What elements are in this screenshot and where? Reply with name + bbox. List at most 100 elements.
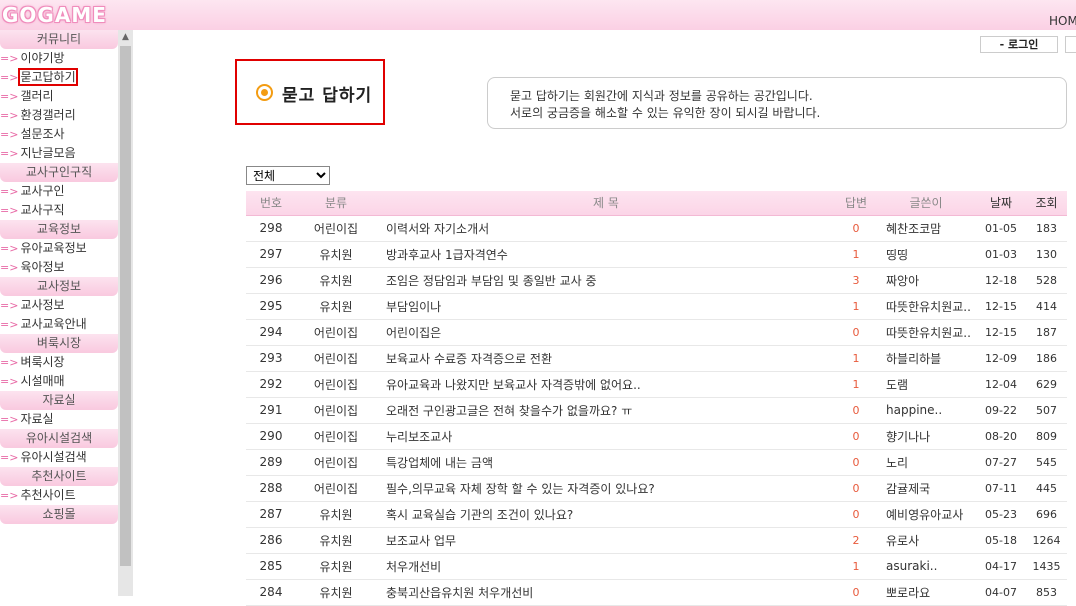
sidebar-item-label[interactable]: 육아정보	[20, 260, 64, 274]
sidebar-item[interactable]: => 유아시설검색	[0, 448, 118, 467]
sidebar-item[interactable]: => 묻고답하기	[0, 68, 118, 87]
row-author[interactable]: 도램	[876, 371, 976, 398]
sidebar-item-label[interactable]: 자료실	[20, 412, 53, 426]
row-title-link[interactable]: 어린이집은	[376, 319, 836, 346]
sidebar-item-label[interactable]: 교사구인	[20, 184, 64, 198]
sidebar-item-label[interactable]: 교사교육안내	[20, 317, 86, 331]
sidebar-item[interactable]: => 교사교육안내	[0, 315, 118, 334]
table-row[interactable]: 297 유치원 방과후교사 1급자격연수 1 띵띵 01-03 130	[246, 241, 1067, 268]
sidebar-item-label[interactable]: 유아시설검색	[20, 450, 86, 464]
sidebar-section-header[interactable]: 자료실	[0, 391, 118, 410]
row-author[interactable]: 혜찬조코맘	[876, 215, 976, 242]
row-title-link[interactable]: 이력서와 자기소개서	[376, 215, 836, 242]
row-author[interactable]: 노리	[876, 449, 976, 476]
scroll-up-arrow-icon[interactable]: ▲	[118, 30, 133, 45]
sidebar-item-label[interactable]: 교사구직	[20, 203, 64, 217]
sidebar-item[interactable]: => 설문조사	[0, 125, 118, 144]
table-row[interactable]: 294 어린이집 어린이집은 0 따뜻한유치원교.. 12-15 187	[246, 319, 1067, 346]
sidebar-item-label[interactable]: 지난글모음	[20, 146, 75, 160]
sidebar-item[interactable]: => 교사구인	[0, 182, 118, 201]
sidebar-item[interactable]: => 추천사이트	[0, 486, 118, 505]
table-row[interactable]: 291 어린이집 오래전 구인광고글은 전혀 찾을수가 없을까요? ㅠ 0 happin…	[246, 397, 1067, 424]
row-author[interactable]: 뽀로라요	[876, 579, 976, 606]
row-title-link[interactable]: 보조교사 업무	[376, 527, 836, 554]
row-title-link[interactable]: 조임은 정담임과 부담임 및 종일반 교사 중	[376, 267, 836, 294]
login-button[interactable]: - 로그인	[980, 36, 1058, 53]
row-title-link[interactable]: 필수,의무교육 자체 장학 할 수 있는 자격증이 있나요?	[376, 475, 836, 502]
header-date[interactable]: 날짜	[976, 191, 1026, 216]
sidebar-item-label[interactable]: 이야기방	[20, 51, 64, 65]
sidebar-item[interactable]: => 교사구직	[0, 201, 118, 220]
row-author[interactable]: 감귤제국	[876, 475, 976, 502]
sidebar-section-header[interactable]: 유아시설검색	[0, 429, 118, 448]
sidebar-section-header[interactable]: 교육정보	[0, 220, 118, 239]
row-author[interactable]: 띵띵	[876, 241, 976, 268]
table-row[interactable]: 285 유치원 처우개선비 1 asuraki.. 04-17 1435	[246, 553, 1067, 580]
table-row[interactable]: 290 어린이집 누리보조교사 0 향기나나 08-20 809	[246, 423, 1067, 450]
table-row[interactable]: 289 어린이집 특강업체에 내는 금액 0 노리 07-27 545	[246, 449, 1067, 476]
sidebar-item-label[interactable]: 환경갤러리	[20, 108, 75, 122]
row-author[interactable]: happine..	[876, 397, 976, 424]
table-row[interactable]: 284 유치원 충북괴산읍유치원 처우개선비 0 뽀로라요 04-07 853	[246, 579, 1067, 606]
table-row[interactable]: 293 어린이집 보육교사 수료증 자격증으로 전환 1 하블리하블 12-09 186	[246, 345, 1067, 372]
row-title-link[interactable]: 유아교육과 나왔지만 보육교사 자격증밖에 없어요..	[376, 371, 836, 398]
row-author[interactable]: 따뜻한유치원교..	[876, 319, 976, 346]
sidebar-item[interactable]: => 갤러리	[0, 87, 118, 106]
sidebar-item[interactable]: => 교사정보	[0, 296, 118, 315]
table-row[interactable]: 295 유치원 부담임이나 1 따뜻한유치원교.. 12-15 414	[246, 293, 1067, 320]
sidebar-item-label[interactable]: 설문조사	[20, 127, 64, 141]
table-row[interactable]: 287 유치원 혹시 교육실습 기관의 조건이 있나요? 0 예비영유아교사 05-23 6…	[246, 501, 1067, 528]
row-views: 186	[1026, 345, 1067, 372]
row-title-link[interactable]: 부담임이나	[376, 293, 836, 320]
sidebar-section-header[interactable]: 교사구인구직	[0, 163, 118, 182]
sidebar-item-label[interactable]: 유아교육정보	[20, 241, 86, 255]
row-author[interactable]: asuraki..	[876, 553, 976, 580]
sidebar-item[interactable]: => 지난글모음	[0, 144, 118, 163]
row-author[interactable]: 따뜻한유치원교..	[876, 293, 976, 320]
sidebar-item-label[interactable]: 묻고답하기	[18, 68, 78, 86]
sidebar-item[interactable]: => 유아교육정보	[0, 239, 118, 258]
table-row[interactable]: 296 유치원 조임은 정담임과 부담임 및 종일반 교사 중 3 짜앙아 12-18 52…	[246, 267, 1067, 294]
row-title-link[interactable]: 처우개선비	[376, 553, 836, 580]
sidebar-section-header[interactable]: 교사정보	[0, 277, 118, 296]
row-title-link[interactable]: 특강업체에 내는 금액	[376, 449, 836, 476]
row-author[interactable]: 짜앙아	[876, 267, 976, 294]
row-author[interactable]: 예비영유아교사	[876, 501, 976, 528]
row-date: 01-05	[976, 215, 1026, 242]
sidebar-item[interactable]: => 환경갤러리	[0, 106, 118, 125]
sidebar-item[interactable]: => 자료실	[0, 410, 118, 429]
row-title-link[interactable]: 오래전 구인광고글은 전혀 찾을수가 없을까요? ㅠ	[376, 397, 836, 424]
header-views[interactable]: 조회	[1026, 191, 1067, 216]
sidebar-item[interactable]: => 육아정보	[0, 258, 118, 277]
sidebar-item-label[interactable]: 벼룩시장	[20, 355, 64, 369]
row-author[interactable]: 하블리하블	[876, 345, 976, 372]
scrollbar-thumb[interactable]	[120, 46, 131, 566]
sidebar-item[interactable]: => 벼룩시장	[0, 353, 118, 372]
row-author[interactable]: 향기나나	[876, 423, 976, 450]
sidebar-scrollbar[interactable]: ▲	[118, 30, 133, 596]
row-title-link[interactable]: 혹시 교육실습 기관의 조건이 있나요?	[376, 501, 836, 528]
row-title-link[interactable]: 방과후교사 1급자격연수	[376, 241, 836, 268]
row-author[interactable]: 유로사	[876, 527, 976, 554]
sidebar-item-label[interactable]: 갤러리	[20, 89, 53, 103]
sidebar-item-label[interactable]: 교사정보	[20, 298, 64, 312]
join-button[interactable]	[1065, 36, 1076, 53]
site-logo[interactable]: GOGAME	[2, 2, 107, 28]
category-filter-select[interactable]: 전체	[246, 166, 330, 185]
table-row[interactable]: 298 어린이집 이력서와 자기소개서 0 혜찬조코맘 01-05 183	[246, 215, 1067, 242]
row-title-link[interactable]: 보육교사 수료증 자격증으로 전환	[376, 345, 836, 372]
table-row[interactable]: 288 어린이집 필수,의무교육 자체 장학 할 수 있는 자격증이 있나요? 0 감귤…	[246, 475, 1067, 502]
sidebar-item[interactable]: => 시설매매	[0, 372, 118, 391]
sidebar-section-header[interactable]: 벼룩시장	[0, 334, 118, 353]
table-row[interactable]: 292 어린이집 유아교육과 나왔지만 보육교사 자격증밖에 없어요.. 1 도램 12-…	[246, 371, 1067, 398]
table-row[interactable]: 286 유치원 보조교사 업무 2 유로사 05-18 1264	[246, 527, 1067, 554]
sidebar-item-label[interactable]: 시설매매	[20, 374, 64, 388]
row-title-link[interactable]: 충북괴산읍유치원 처우개선비	[376, 579, 836, 606]
sidebar-section-header[interactable]: 추천사이트	[0, 467, 118, 486]
home-link[interactable]: HOM	[1049, 14, 1076, 28]
sidebar-section-header[interactable]: 커뮤니티	[0, 30, 118, 49]
sidebar-item[interactable]: => 이야기방	[0, 49, 118, 68]
sidebar-item-label[interactable]: 추천사이트	[20, 488, 75, 502]
row-title-link[interactable]: 누리보조교사	[376, 423, 836, 450]
sidebar-section-header[interactable]: 쇼핑몰	[0, 505, 118, 524]
